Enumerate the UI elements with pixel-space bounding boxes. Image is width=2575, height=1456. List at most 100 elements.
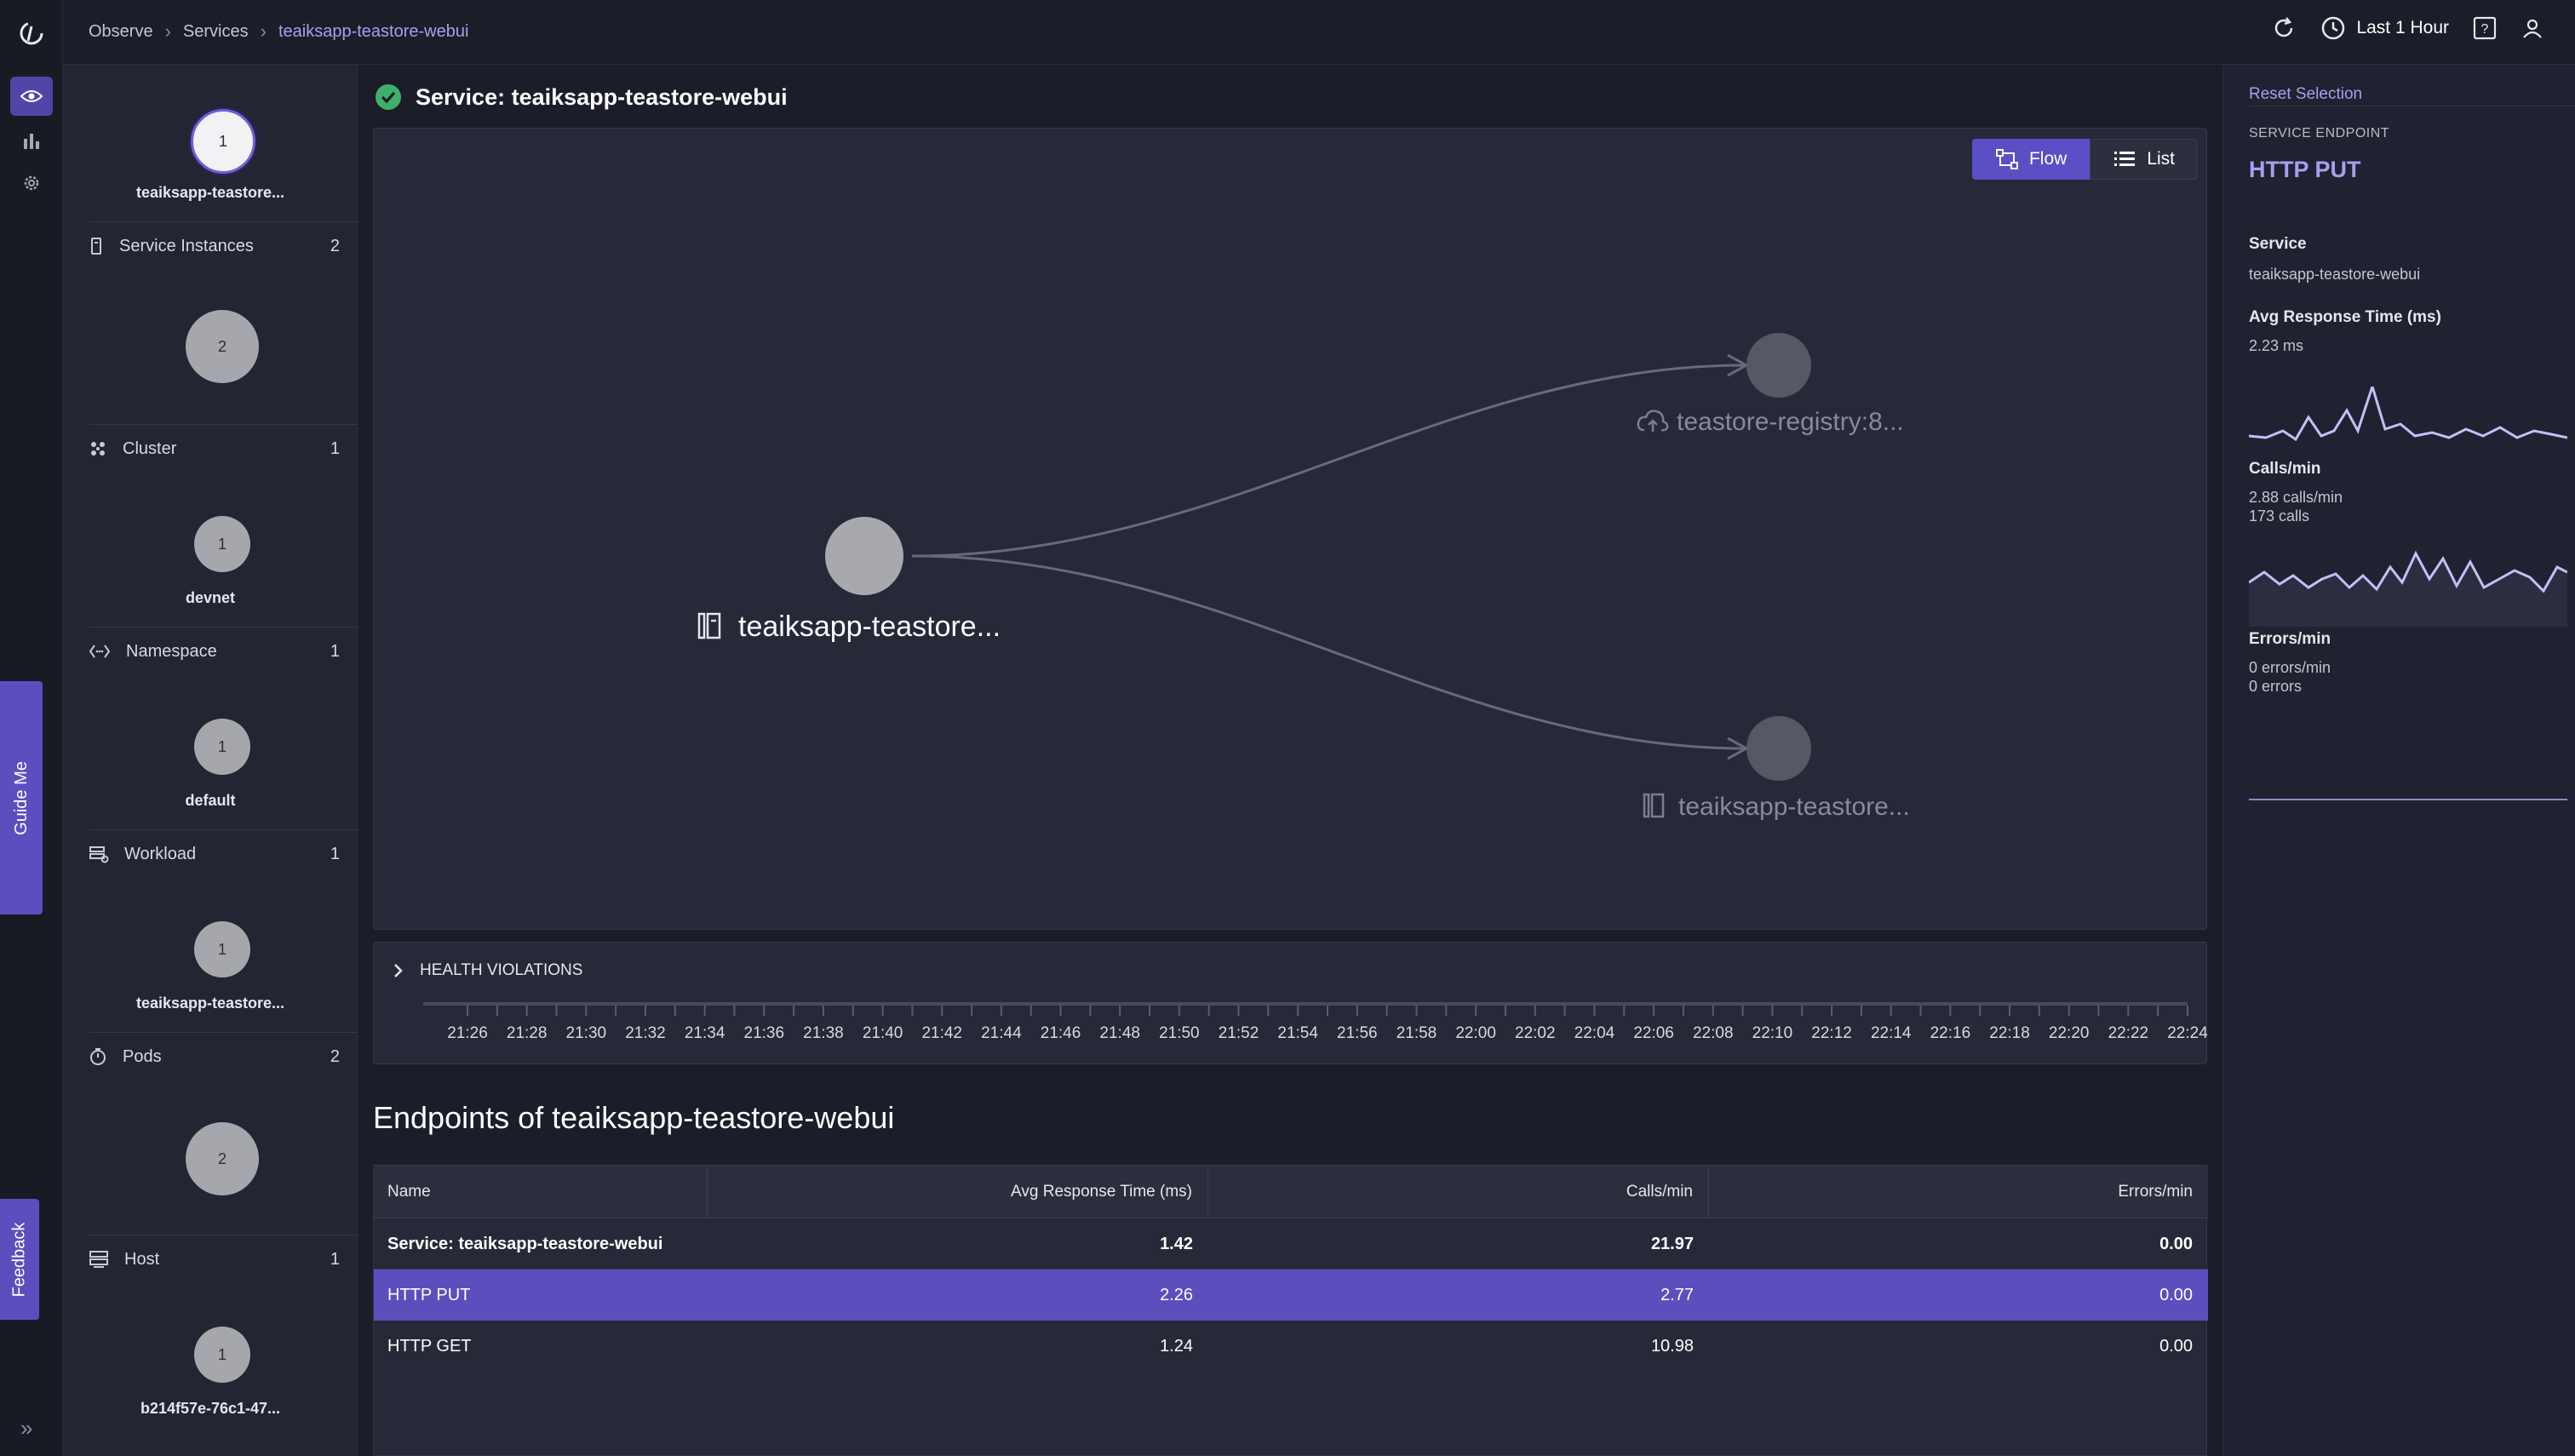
service-node-label: teaiksapp-teastore... bbox=[135, 184, 285, 201]
calls-value: 2.88 calls/min bbox=[2249, 489, 2343, 506]
timeline-tick-label: 22:16 bbox=[1930, 1024, 1971, 1042]
time-range-selector[interactable]: Last 1 Hour bbox=[2320, 15, 2449, 41]
flow-node-webui-target[interactable] bbox=[1746, 716, 1811, 781]
health-violations-title: HEALTH VIOLATIONS bbox=[420, 961, 583, 979]
section-divider bbox=[89, 829, 358, 830]
service-value: teaiksapp-teastore-webui bbox=[2249, 266, 2421, 283]
timeline-tick-label: 21:42 bbox=[921, 1024, 962, 1042]
timeline-tick-label: 22:08 bbox=[1693, 1024, 1734, 1042]
endpoint-details-panel: Reset Selection SERVICE ENDPOINT HTTP PU… bbox=[2222, 65, 2575, 1456]
timeline-tick-label: 21:38 bbox=[803, 1024, 844, 1042]
section-workload[interactable]: Workload bbox=[89, 841, 196, 867]
section-count: 1 bbox=[330, 1250, 340, 1269]
section-title: Service Instances bbox=[119, 236, 254, 255]
cell-name: HTTP PUT bbox=[387, 1285, 471, 1304]
feedback-label: Feedback bbox=[9, 1222, 29, 1297]
avg-response-label: Avg Response Time (ms) bbox=[2249, 308, 2441, 326]
cluster-node[interactable]: 1 bbox=[194, 516, 250, 572]
pod-timer-icon bbox=[90, 1048, 106, 1065]
cell-errors: 0.00 bbox=[2159, 1336, 2193, 1356]
section-count: 1 bbox=[330, 845, 340, 863]
timeline-tick-label: 21:30 bbox=[566, 1024, 607, 1042]
table-row-http-get[interactable]: HTTP GET 1.24 10.98 0.00 bbox=[374, 1321, 2208, 1372]
column-calls-header[interactable]: Calls/min bbox=[1208, 1166, 1709, 1218]
section-count: 1 bbox=[330, 642, 340, 661]
health-timeline[interactable]: 21:26 21:28 21:30 21:32 21:34 21:36 21:38 21:40… bbox=[374, 994, 2208, 1062]
calls-sparkline bbox=[2249, 550, 2567, 627]
analytics-bar-chart-icon[interactable] bbox=[10, 121, 53, 160]
calls-label: Calls/min bbox=[2249, 460, 2321, 478]
cell-name: HTTP GET bbox=[387, 1336, 472, 1356]
user-profile-icon[interactable] bbox=[2521, 16, 2544, 40]
refresh-icon[interactable] bbox=[2271, 15, 2297, 41]
flow-node-registry[interactable] bbox=[1746, 333, 1811, 398]
service-node-selected[interactable]: 1 bbox=[191, 109, 255, 174]
timeline-tick-label: 21:36 bbox=[744, 1024, 785, 1042]
column-avg-response-header[interactable]: Avg Response Time (ms) bbox=[708, 1166, 1208, 1218]
flow-node-source[interactable] bbox=[825, 517, 903, 595]
section-divider bbox=[89, 221, 358, 222]
flow-edge-webui bbox=[911, 554, 1746, 750]
column-label: Avg Response Time (ms) bbox=[1011, 1183, 1192, 1201]
app-logo-icon[interactable] bbox=[17, 19, 46, 48]
timeline-tick-label: 21:58 bbox=[1396, 1024, 1437, 1042]
pods-node[interactable]: 2 bbox=[186, 1122, 259, 1195]
table-row-http-put[interactable]: HTTP PUT 2.26 2.77 0.00 bbox=[374, 1270, 2208, 1321]
flow-edge-registry bbox=[911, 364, 1746, 558]
timeline-tick-label: 22:06 bbox=[1633, 1024, 1674, 1042]
timeline-tick-label: 21:40 bbox=[863, 1024, 903, 1042]
breadcrumb-observe[interactable]: Observe bbox=[89, 22, 153, 42]
help-icon[interactable]: ? bbox=[2473, 16, 2497, 40]
health-violations-toggle[interactable]: HEALTH VIOLATIONS bbox=[393, 961, 582, 980]
column-errors-header[interactable]: Errors/min bbox=[1709, 1166, 2208, 1218]
entity-hierarchy-panel: 1 teaiksapp-teastore... Service Instance… bbox=[63, 65, 358, 1456]
section-count: 2 bbox=[330, 1047, 340, 1066]
column-label: Errors/min bbox=[2118, 1183, 2193, 1201]
avg-response-value: 2.23 ms bbox=[2249, 337, 2304, 354]
timeline-tick-label: 21:26 bbox=[447, 1024, 488, 1042]
section-pods[interactable]: Pods bbox=[89, 1044, 162, 1069]
column-label: Name bbox=[387, 1183, 431, 1201]
workload-node[interactable]: 1 bbox=[194, 921, 250, 977]
cell-calls: 10.98 bbox=[1650, 1336, 1694, 1356]
avg-response-sparkline bbox=[2249, 387, 2567, 442]
breadcrumb-current: teaiksapp-teastore-webui bbox=[278, 21, 469, 41]
table-header: Name Avg Response Time (ms) Calls/min Er… bbox=[374, 1166, 2208, 1218]
feedback-tab[interactable]: Feedback bbox=[0, 1199, 39, 1320]
section-count: 2 bbox=[330, 237, 340, 255]
cluster-icon bbox=[91, 442, 105, 456]
table-row-service[interactable]: Service: teaiksapp-teastore-webui 1.42 2… bbox=[374, 1218, 2208, 1270]
service-instances-node[interactable]: 2 bbox=[186, 310, 259, 383]
host-node[interactable]: 1 bbox=[194, 1327, 250, 1383]
section-namespace[interactable]: Namespace bbox=[89, 639, 217, 664]
section-service-instances[interactable]: Service Instances bbox=[89, 233, 254, 259]
column-name-header[interactable]: Name bbox=[374, 1166, 708, 1218]
breadcrumb-services[interactable]: Services bbox=[183, 22, 249, 42]
workload-icon bbox=[89, 846, 109, 863]
section-divider bbox=[89, 424, 358, 425]
node-count: 2 bbox=[217, 337, 227, 355]
namespace-node[interactable]: 1 bbox=[194, 719, 250, 775]
service-title: Service: teaiksapp-teastore-webui bbox=[416, 83, 788, 110]
errors-value: 0 errors/min bbox=[2249, 659, 2331, 676]
timeline-tick-label: 22:24 bbox=[2167, 1024, 2208, 1042]
breadcrumb-separator-icon: › bbox=[164, 20, 171, 42]
expand-chevrons-icon[interactable]: » bbox=[20, 1415, 32, 1442]
breadcrumb: Observe › Services › teaiksapp-teastore-… bbox=[89, 20, 468, 43]
errors-sparkline-baseline bbox=[2249, 799, 2567, 800]
health-violations-panel: HEALTH VIOLATIONS 21:26 21:28 21:30 21:32 21… bbox=[373, 942, 2208, 1064]
timeline-tick-label: 21:48 bbox=[1099, 1024, 1140, 1042]
flow-map[interactable]: Flow List teaiksapp-teastore... teastore… bbox=[373, 128, 2207, 930]
section-divider bbox=[89, 1032, 358, 1033]
observe-nav-eye-icon[interactable] bbox=[10, 77, 53, 116]
breadcrumb-separator-icon: › bbox=[260, 20, 267, 42]
service-instance-icon bbox=[697, 612, 721, 639]
guide-me-tab[interactable]: Guide Me bbox=[0, 681, 43, 914]
section-host[interactable]: Host bbox=[89, 1247, 159, 1272]
section-cluster[interactable]: Cluster bbox=[89, 436, 176, 461]
reset-selection-link[interactable]: Reset Selection bbox=[2249, 85, 2362, 104]
section-count: 1 bbox=[330, 439, 340, 458]
settings-gear-icon[interactable] bbox=[10, 163, 53, 203]
namespace-node-label: default bbox=[185, 792, 236, 809]
service-label: Service bbox=[2249, 235, 2307, 253]
